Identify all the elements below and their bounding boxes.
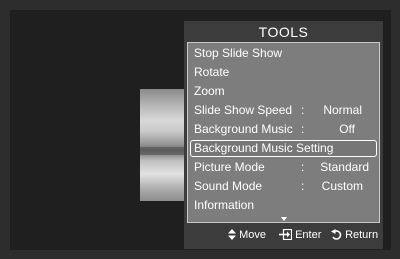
menu-item-label: Background Music Setting xyxy=(194,141,334,155)
menu-item-value: Custom xyxy=(321,179,363,193)
menu-item-label: Information xyxy=(194,198,255,212)
menu-item-value: Normal xyxy=(323,103,362,117)
key-hints: Move Enter Return xyxy=(184,224,383,246)
menu-item-background-music-setting[interactable]: Background Music Setting xyxy=(190,140,377,157)
menu-item-label: Picture Mode xyxy=(194,160,265,174)
menu-item-sound-mode[interactable]: Sound Mode : Custom xyxy=(188,177,379,196)
enter-icon xyxy=(279,228,293,241)
hint-return-label: Return xyxy=(345,229,379,241)
menu-item-separator: : xyxy=(301,103,305,117)
menu-item-slide-show-speed[interactable]: Slide Show Speed : Normal xyxy=(188,101,379,120)
menu-item-background-music[interactable]: Background Music : Off xyxy=(188,120,379,139)
menu-item-label: Sound Mode xyxy=(194,179,263,193)
hint-move-label: Move xyxy=(239,229,266,241)
hint-enter: Enter xyxy=(279,224,321,246)
hint-move: Move xyxy=(228,224,266,246)
menu-item-separator: : xyxy=(301,179,305,193)
menu-item-separator: : xyxy=(301,160,305,174)
hint-enter-label: Enter xyxy=(295,229,322,241)
tools-title: TOOLS xyxy=(258,24,309,40)
menu-item-rotate[interactable]: Rotate xyxy=(188,63,379,82)
menu-item-picture-mode[interactable]: Picture Mode : Standard xyxy=(188,158,379,177)
scroll-down-icon[interactable] xyxy=(281,217,287,221)
menu-item-label: Zoom xyxy=(194,84,225,98)
updown-arrows-icon xyxy=(228,229,236,240)
menu-item-stop-slide-show[interactable]: Stop Slide Show xyxy=(188,44,379,63)
tools-menu-list: Stop Slide Show Rotate Zoom Slide Show S… xyxy=(187,42,380,223)
menu-item-value: Off xyxy=(339,122,355,136)
menu-item-value: Standard xyxy=(320,160,369,174)
menu-item-separator: : xyxy=(301,122,305,136)
menu-item-label: Background Music xyxy=(194,122,293,136)
tools-menu: TOOLS Stop Slide Show Rotate Zoom Slide … xyxy=(184,21,383,249)
hint-return: Return xyxy=(331,224,378,246)
menu-item-label: Slide Show Speed xyxy=(194,103,293,117)
menu-item-information[interactable]: Information xyxy=(188,196,379,215)
return-icon xyxy=(331,229,342,240)
menu-item-label: Rotate xyxy=(194,65,230,79)
menu-item-label: Stop Slide Show xyxy=(194,46,283,60)
menu-item-zoom[interactable]: Zoom xyxy=(188,82,379,101)
